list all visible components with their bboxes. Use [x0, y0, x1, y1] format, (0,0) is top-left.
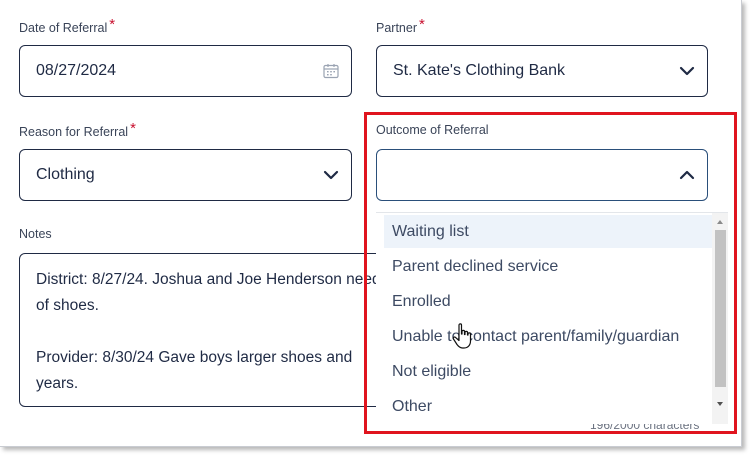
- outcome-dropdown-list[interactable]: Waiting list Parent declined service Enr…: [376, 212, 728, 424]
- reason-for-referral-value: Clothing: [36, 166, 95, 183]
- partner-label: Partner *: [376, 16, 425, 36]
- dropdown-scrollbar[interactable]: [712, 213, 728, 424]
- date-of-referral-field[interactable]: 08/27/2024: [19, 45, 352, 97]
- required-marker: *: [109, 16, 116, 33]
- partner-value: St. Kate's Clothing Bank: [393, 62, 566, 79]
- reason-for-referral-label: Reason for Referral *: [19, 120, 136, 140]
- hand-cursor-icon: [451, 322, 475, 350]
- date-of-referral-label: Date of Referral *: [19, 16, 116, 36]
- outcome-of-referral-label: Outcome of Referral: [376, 123, 489, 137]
- option-other[interactable]: Other: [384, 390, 712, 423]
- chevron-down-icon: [311, 170, 351, 180]
- outcome-of-referral-label-text: Outcome of Referral: [376, 123, 489, 137]
- date-of-referral-value: 08/27/2024: [36, 62, 117, 79]
- option-parent-declined-service[interactable]: Parent declined service: [384, 250, 712, 283]
- option-enrolled[interactable]: Enrolled: [384, 285, 712, 318]
- partner-select[interactable]: St. Kate's Clothing Bank: [376, 45, 708, 97]
- option-unable-to-contact[interactable]: Unable to contact parent/family/guardian: [384, 320, 712, 353]
- notes-label: Notes: [19, 227, 52, 241]
- partner-label-text: Partner: [376, 21, 417, 35]
- calendar-icon[interactable]: [311, 62, 351, 80]
- date-of-referral-label-text: Date of Referral: [19, 21, 108, 35]
- required-marker: *: [419, 16, 425, 33]
- reason-for-referral-select[interactable]: Clothing: [19, 149, 352, 201]
- chevron-down-icon: [667, 66, 707, 76]
- reason-for-referral-label-text: Reason for Referral: [19, 125, 129, 139]
- required-marker: *: [130, 120, 136, 137]
- scroll-down-arrow-icon[interactable]: [712, 397, 728, 411]
- referral-form: Date of Referral * 08/27/2024 Partner * St…: [0, 0, 742, 447]
- option-not-eligible[interactable]: Not eligible: [384, 355, 712, 388]
- chevron-up-icon: [667, 170, 707, 180]
- outcome-of-referral-select[interactable]: [376, 149, 708, 201]
- notes-label-text: Notes: [19, 227, 52, 241]
- scrollbar-thumb[interactable]: [715, 230, 726, 387]
- option-waiting-list[interactable]: Waiting list: [384, 215, 712, 248]
- scroll-up-arrow-icon[interactable]: [712, 215, 728, 229]
